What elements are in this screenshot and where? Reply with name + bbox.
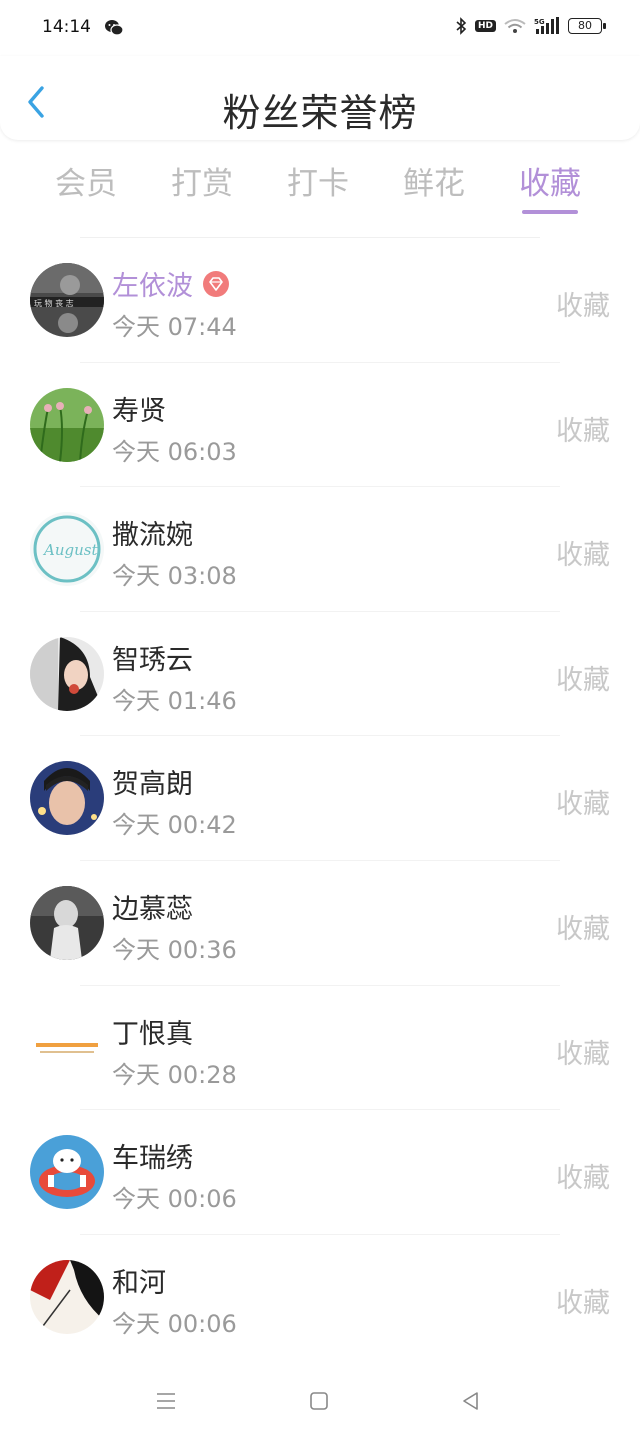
- wifi-icon: [504, 18, 526, 34]
- action-label: 收藏: [556, 291, 610, 322]
- fan-time: 今天 00:36: [112, 935, 237, 964]
- list-item[interactable]: 智琇云 今天 01:46 收藏: [0, 612, 640, 737]
- status-time: 14:14: [42, 17, 91, 37]
- action-label: 收藏: [556, 415, 610, 447]
- fan-time: 今天 00:42: [112, 811, 237, 840]
- hd-badge: HD: [474, 20, 496, 32]
- list-item[interactable]: 玩 物 丧 志 左依波 今天 07:44 收藏: [0, 238, 640, 363]
- battery-icon: 80: [568, 18, 606, 34]
- list-item[interactable]: August 撒流婉 今天 03:08 收藏: [0, 487, 640, 612]
- svg-text:August: August: [42, 541, 98, 559]
- avatar: August: [30, 512, 104, 587]
- back-nav-button[interactable]: [456, 1386, 486, 1416]
- tab-members[interactable]: 会员: [28, 158, 144, 220]
- fan-time: 今天 01:46: [112, 686, 237, 715]
- list-item[interactable]: 丁恨真 今天 00:28 收藏: [0, 986, 640, 1111]
- avatar: [30, 1135, 104, 1210]
- wechat-icon: [104, 19, 124, 41]
- action-label: 收藏: [556, 540, 610, 572]
- diamond-icon: [203, 270, 229, 297]
- fans-list: 玩 物 丧 志 左依波 今天 07:44 收藏 寿贤 今天 06:03 收藏 A…: [0, 238, 640, 1359]
- fan-name: 贺高朗: [112, 769, 193, 801]
- page-title: 粉丝荣誉榜: [222, 91, 418, 135]
- fan-time: 今天 00:06: [112, 1185, 237, 1214]
- list-item[interactable]: 车瑞绣 今天 00:06 收藏: [0, 1110, 640, 1235]
- fan-name: 边慕蕊: [112, 893, 193, 925]
- fan-time: 今天 00:28: [112, 1060, 237, 1089]
- status-icons: HD 5G 80: [455, 17, 606, 35]
- fan-time: 今天 00:06: [112, 1309, 237, 1338]
- tab-bar: 会员 打赏 打卡 鲜花 收藏: [28, 158, 618, 220]
- avatar: [30, 387, 104, 462]
- home-icon: [310, 1392, 328, 1410]
- avatar: [30, 1259, 104, 1334]
- fan-time: 今天 07:44: [112, 313, 237, 341]
- fan-name: 寿贤: [112, 395, 166, 427]
- fan-name: 车瑞绣: [112, 1143, 193, 1175]
- back-triangle-icon: [463, 1392, 478, 1410]
- fan-name: 和河: [112, 1267, 166, 1299]
- signal-icon: 5G: [534, 17, 560, 35]
- fan-name: 智琇云: [112, 644, 193, 676]
- avatar: [30, 761, 104, 836]
- avatar: [30, 885, 104, 960]
- menu-button[interactable]: [151, 1386, 181, 1416]
- avatar: [30, 1010, 104, 1085]
- home-button[interactable]: [304, 1386, 334, 1416]
- header-bar: 粉丝荣誉榜: [0, 56, 640, 140]
- tab-favorites[interactable]: 收藏: [492, 158, 608, 220]
- action-label: 收藏: [556, 1163, 610, 1195]
- system-nav-bar: [0, 1366, 640, 1433]
- fan-time: 今天 03:08: [112, 562, 237, 591]
- fan-name-text: 左依波: [112, 271, 193, 302]
- fan-name: 撒流婉: [112, 520, 193, 552]
- action-label: 收藏: [556, 1287, 610, 1319]
- svg-text:玩 物 丧 志: 玩 物 丧 志: [34, 298, 74, 308]
- svg-text:5G: 5G: [534, 18, 545, 26]
- menu-icon: [157, 1393, 175, 1409]
- status-bar: 14:14 HD 5G 80: [0, 0, 640, 56]
- action-label: 收藏: [556, 789, 610, 821]
- list-item[interactable]: 和河 今天 00:06 收藏: [0, 1235, 640, 1360]
- action-label: 收藏: [556, 1038, 610, 1070]
- avatar: 玩 物 丧 志: [30, 263, 104, 337]
- list-item[interactable]: 贺高朗 今天 00:42 收藏: [0, 736, 640, 861]
- fan-name: 丁恨真: [112, 1018, 193, 1050]
- action-label: 收藏: [556, 913, 610, 945]
- bluetooth-icon: [455, 17, 467, 35]
- list-item[interactable]: 边慕蕊 今天 00:36 收藏: [0, 861, 640, 986]
- list-item[interactable]: 寿贤 今天 06:03 收藏: [0, 363, 640, 488]
- fan-time: 今天 06:03: [112, 437, 237, 466]
- avatar: [30, 636, 104, 711]
- fan-name: 左依波: [112, 264, 229, 303]
- tab-flowers[interactable]: 鲜花: [376, 158, 492, 220]
- tab-checkin[interactable]: 打卡: [260, 158, 376, 220]
- tab-tips[interactable]: 打赏: [144, 158, 260, 220]
- action-label: 收藏: [556, 664, 610, 696]
